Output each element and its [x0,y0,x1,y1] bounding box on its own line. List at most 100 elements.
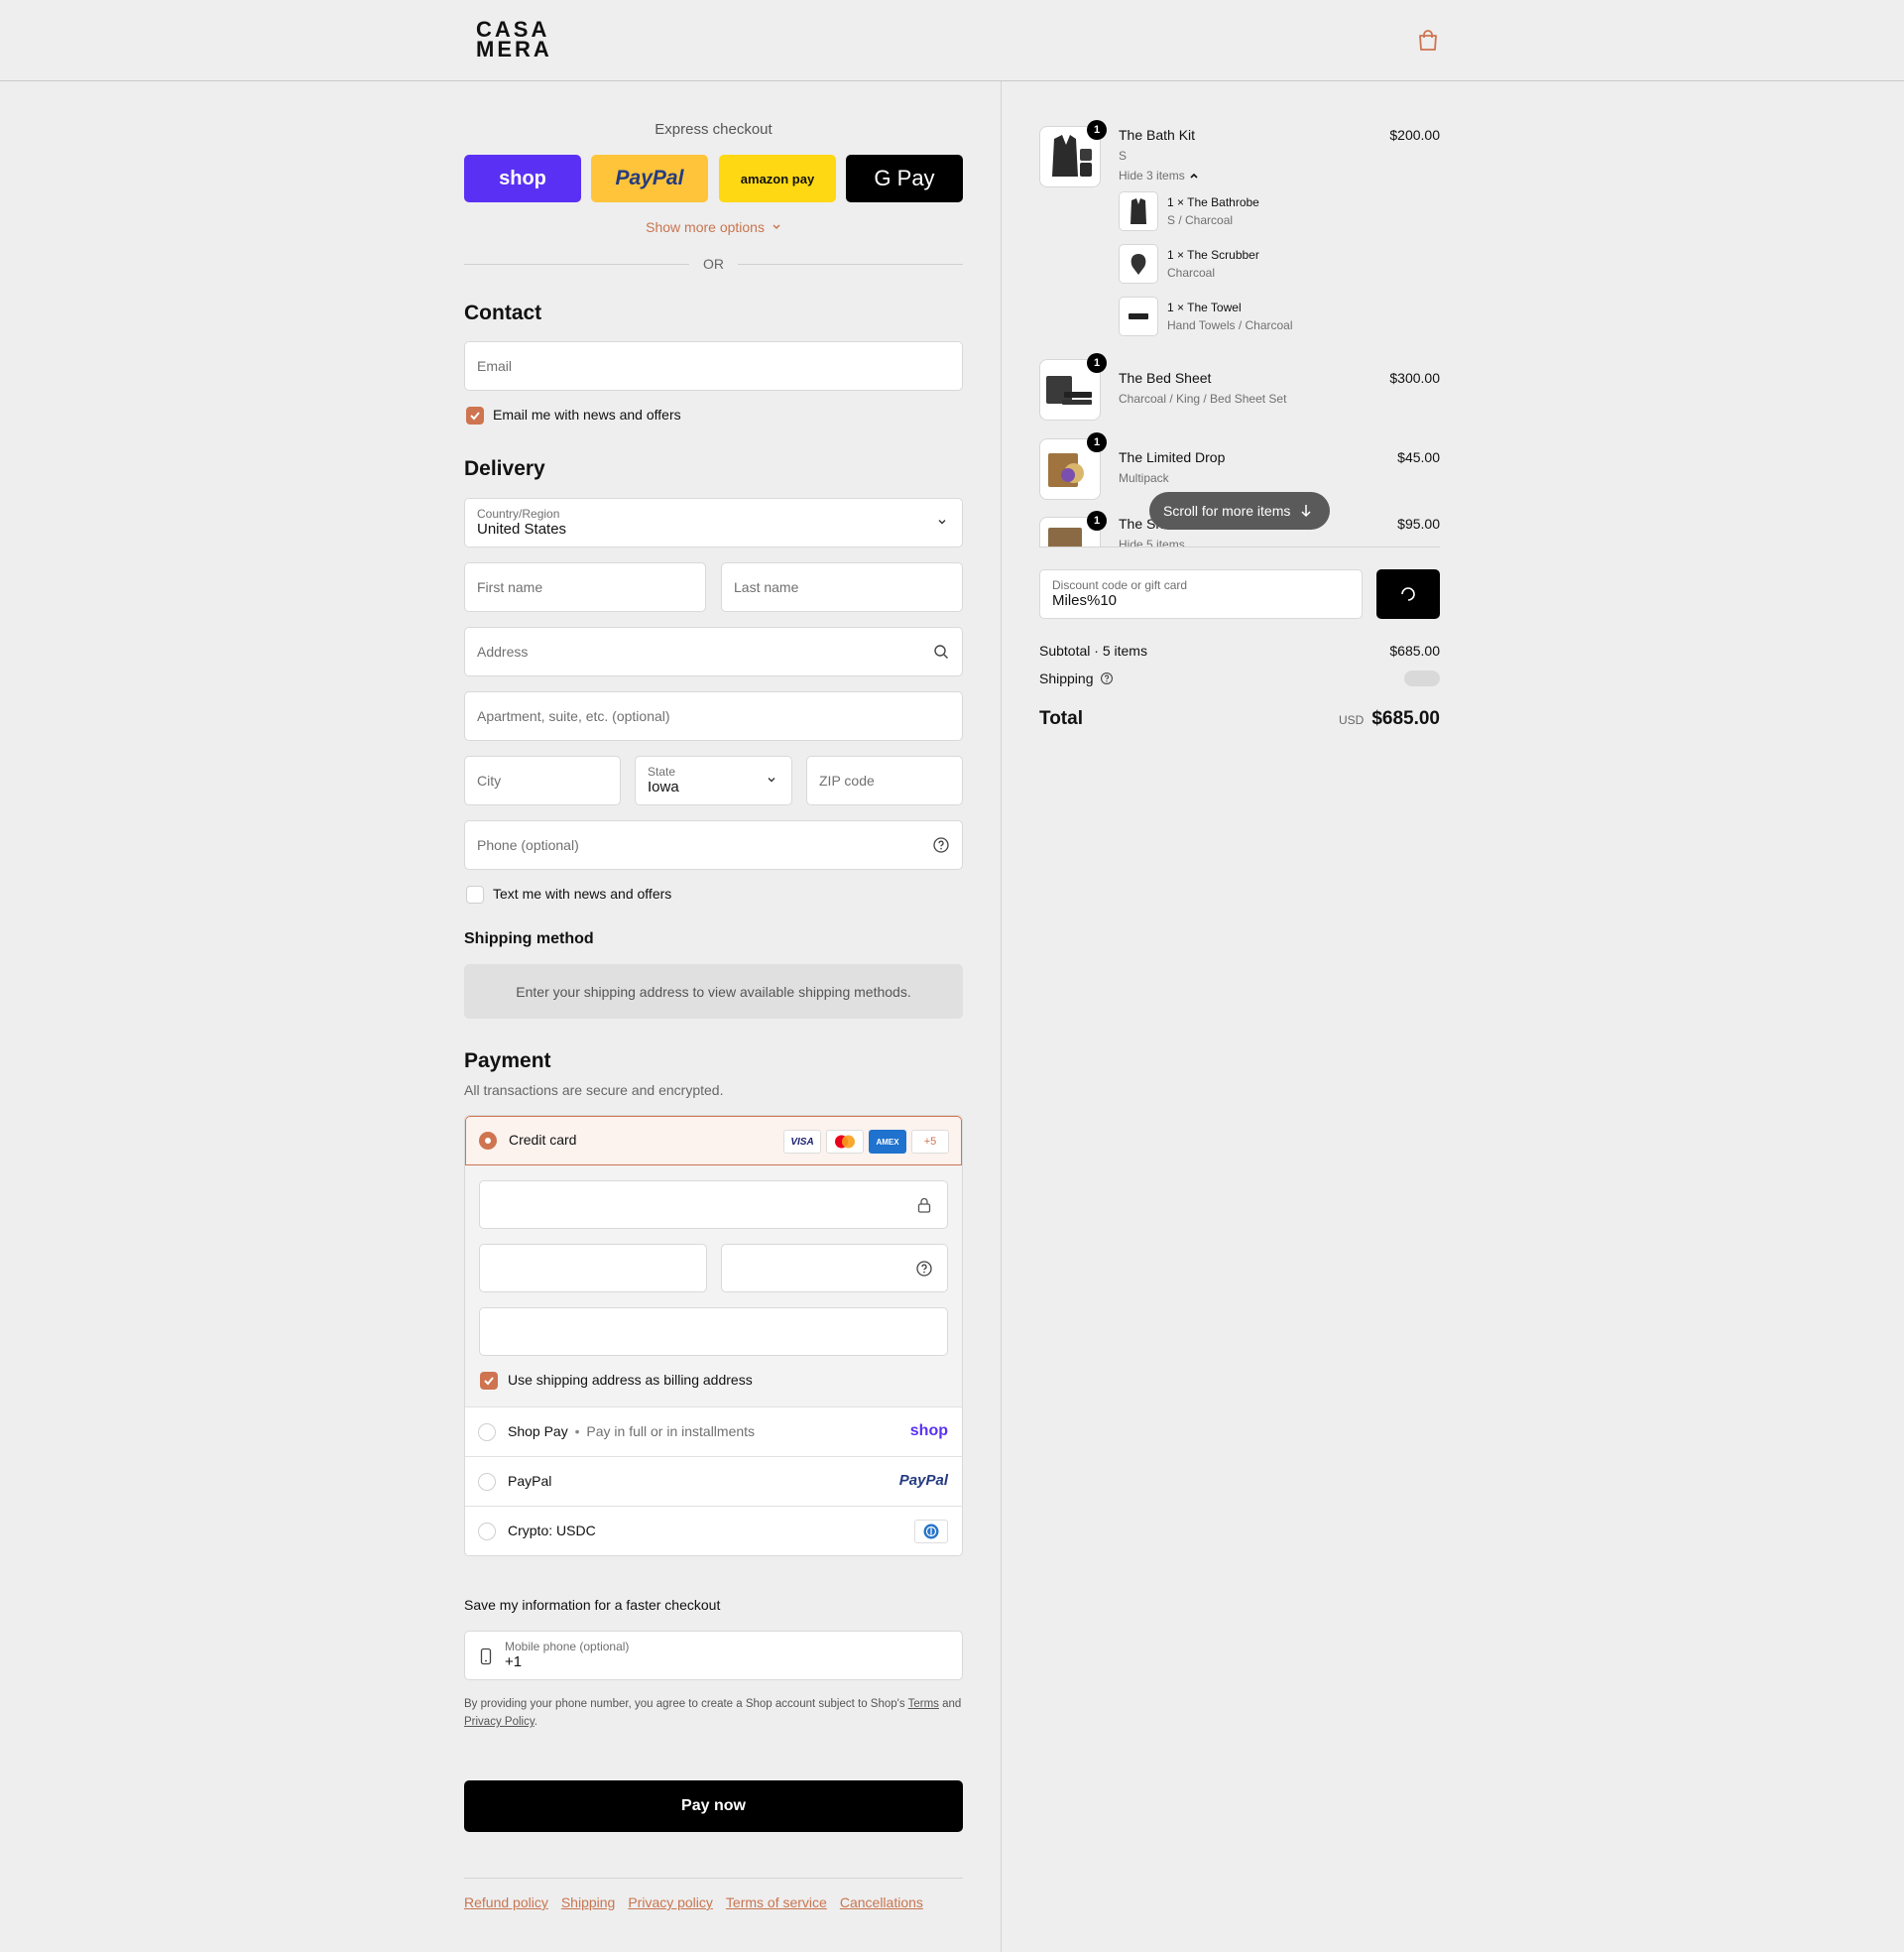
shop-pay-label: Shop Pay • Pay in full or in installment… [508,1423,755,1439]
text-news-label: Text me with news and offers [493,886,672,902]
apply-discount-button[interactable] [1376,569,1440,619]
help-icon[interactable] [932,836,950,854]
email-news-label: Email me with news and offers [493,407,681,423]
contact-heading: Contact [464,302,542,324]
email-news-checkbox[interactable] [466,407,484,425]
scroll-hint-label: Scroll for more items [1163,503,1291,519]
state-label: State [648,765,676,779]
crypto-radio[interactable] [478,1523,496,1540]
help-icon[interactable] [1100,671,1114,685]
check-icon [484,1377,494,1386]
privacy-policy-footer-link[interactable]: Privacy policy [628,1894,713,1910]
item-variant: Charcoal / King / Bed Sheet Set [1119,392,1287,406]
crypto-option[interactable]: Crypto: USDC [465,1506,962,1555]
currency-code: USD [1338,713,1365,727]
privacy-policy-link[interactable]: Privacy Policy [464,1716,535,1728]
pay-now-button[interactable]: Pay now [464,1780,963,1832]
state-select[interactable]: State Iowa [635,756,792,805]
quantity-badge: 1 [1087,511,1107,531]
apartment-placeholder: Apartment, suite, etc. (optional) [477,708,670,724]
amex-icon: AMEX [869,1130,906,1154]
discount-code-field[interactable]: Discount code or gift card Miles%10 [1039,569,1363,619]
usdc-icon [914,1520,948,1543]
logo[interactable]: CASA MERA [476,19,555,61]
card-expiry-field[interactable] [479,1244,707,1292]
legal-sentence: By providing your phone number, you agre… [464,1698,905,1710]
paypal-radio[interactable] [478,1473,496,1491]
country-select[interactable]: Country/Region United States [464,498,963,548]
mobile-phone-icon [480,1647,492,1665]
lock-icon [917,1197,931,1213]
billing-address-checkbox[interactable] [480,1372,498,1390]
shop-pay-option[interactable]: Shop Pay • Pay in full or in installment… [465,1406,962,1456]
zip-placeholder: ZIP code [819,773,875,789]
mobile-phone-field[interactable]: Mobile phone (optional) +1 [464,1631,963,1680]
paypal-logo: PayPal [898,1472,948,1489]
towel-icon [1129,313,1148,319]
paypal-express-button[interactable]: PayPal [591,155,708,202]
shipping-method-heading: Shipping method [464,930,594,947]
shopping-bag-icon[interactable] [1417,29,1439,53]
total-value: $685.00 [1371,708,1440,729]
amazon-pay-logo: amazon pay [740,171,815,186]
logo-line-2: MERA [476,37,552,61]
scroll-for-more-button[interactable]: Scroll for more items [1149,492,1330,530]
google-pay-logo: G Pay [874,166,935,190]
phone-field[interactable]: Phone (optional) [464,820,963,870]
chevron-down-icon [938,520,946,525]
cancellations-link[interactable]: Cancellations [840,1894,923,1910]
order-items-list[interactable]: 1 The Bath Kit S $200.00 Hide 3 items 1 … [1039,81,1440,548]
terms-of-service-link[interactable]: Terms of service [726,1894,827,1910]
mobile-phone-label: Mobile phone (optional) [505,1640,630,1653]
subtotal-label: Subtotal · 5 items [1039,643,1147,659]
discount-label: Discount code or gift card [1052,578,1188,592]
show-more-options-link[interactable]: Show more options [464,219,963,235]
arrow-down-icon [1301,505,1311,518]
quantity-badge: 1 [1087,353,1107,373]
help-icon[interactable] [915,1260,933,1278]
country-value: United States [477,521,567,538]
shipping-value-placeholder [1404,671,1440,686]
show-more-label: Show more options [646,219,765,235]
email-field[interactable]: Email [464,341,963,391]
first-name-field[interactable]: First name [464,562,706,612]
shipping-label: Shipping [1039,671,1094,686]
credit-card-radio[interactable] [479,1132,497,1150]
hide-items-toggle[interactable]: Hide 3 items [1119,169,1199,183]
last-name-field[interactable]: Last name [721,562,963,612]
cardholder-name-field[interactable] [479,1307,948,1356]
column-divider [1001,81,1002,1952]
city-field[interactable]: City [464,756,621,805]
amazon-pay-express-button[interactable]: amazon pay [719,155,836,202]
google-pay-express-button[interactable]: G Pay [846,155,963,202]
card-cvv-field[interactable] [721,1244,948,1292]
pay-now-label: Pay now [681,1797,746,1814]
refund-policy-link[interactable]: Refund policy [464,1894,548,1910]
terms-link[interactable]: Terms [908,1698,939,1710]
shop-pay-logo: shop [909,1422,948,1439]
items-divider [1039,547,1440,548]
paypal-option[interactable]: PayPal PayPal [465,1456,962,1506]
payment-subtitle: All transactions are secure and encrypte… [464,1082,724,1098]
sub-item-variant: S / Charcoal [1167,213,1234,227]
credit-card-option[interactable]: Credit card VISA AMEX +5 [465,1116,962,1165]
legal-and: and [942,1698,962,1710]
search-icon [934,645,948,659]
text-news-checkbox[interactable] [466,886,484,904]
shipping-policy-link[interactable]: Shipping [561,1894,616,1910]
address-field[interactable]: Address [464,627,963,676]
zip-field[interactable]: ZIP code [806,756,963,805]
apartment-field[interactable]: Apartment, suite, etc. (optional) [464,691,963,741]
card-number-field[interactable] [479,1180,948,1229]
quantity-badge: 1 [1087,120,1107,140]
phone-placeholder: Phone (optional) [477,837,579,853]
bathrobe-thumbnail [1119,191,1158,231]
delivery-heading: Delivery [464,457,545,480]
footer-divider [464,1878,963,1879]
item-name: The Bath Kit [1119,127,1196,143]
shipping-method-notice: Enter your shipping address to view avai… [464,964,963,1019]
subtotal-value: $685.00 [1389,643,1440,659]
shop-pay-express-button[interactable]: shop [464,155,581,202]
first-name-placeholder: First name [477,579,543,595]
shop-pay-radio[interactable] [478,1423,496,1441]
